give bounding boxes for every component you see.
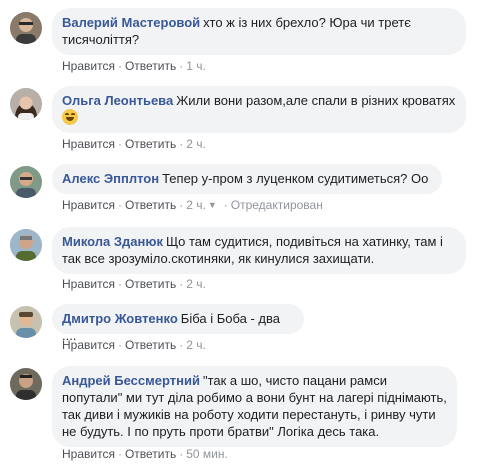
comment-actions: Нравится · Ответить · 2 ч. ▼ · Отредактирован — [62, 197, 323, 213]
like-link[interactable]: Нравится — [62, 447, 115, 461]
comment-timestamp[interactable]: 2 ч. — [186, 137, 206, 151]
reply-link[interactable]: Ответить — [125, 338, 176, 352]
avatar[interactable] — [10, 12, 42, 44]
comment-actions: Нравится · Ответить · 50 мин. — [62, 446, 228, 462]
laughing-face-icon — [62, 109, 78, 125]
comment-author[interactable]: Алекс Эпплтон — [62, 171, 159, 186]
like-link[interactable]: Нравится — [62, 59, 115, 73]
comment-actions: Нравится · Ответить · 2 ч. — [62, 136, 206, 152]
separator: · — [179, 137, 184, 151]
comment-timestamp[interactable]: 1 ч. — [186, 59, 206, 73]
comment-actions: Нравится · Ответить · 2 ч. — [62, 337, 206, 353]
like-link[interactable]: Нравится — [62, 198, 115, 212]
avatar[interactable] — [10, 229, 42, 261]
separator: · — [179, 59, 184, 73]
comment-author[interactable]: Андрей Бессмертний — [62, 373, 200, 388]
separator: · — [117, 198, 122, 212]
avatar[interactable] — [10, 368, 42, 400]
separator: · — [179, 447, 184, 461]
like-link[interactable]: Нравится — [62, 338, 115, 352]
separator: · — [179, 198, 184, 212]
comment-bubble: Андрей Бессмертний "так а шо, чисто пацан… — [52, 366, 457, 447]
separator: · — [117, 137, 122, 151]
comment-timestamp[interactable]: 2 ч. — [186, 198, 206, 212]
reply-link[interactable]: Ответить — [125, 137, 176, 151]
comment-author[interactable]: Валерий Мастеровой — [62, 15, 200, 30]
separator: · — [179, 338, 184, 352]
separator: · — [179, 277, 184, 291]
separator: · — [117, 338, 122, 352]
reply-link[interactable]: Ответить — [125, 59, 176, 73]
comment-author[interactable]: Ольга Леонтьева — [62, 93, 173, 108]
comment-timestamp[interactable]: 2 ч. — [186, 277, 206, 291]
comment-actions: Нравится · Ответить · 2 ч. — [62, 276, 206, 292]
avatar[interactable] — [10, 88, 42, 120]
comment-bubble: Алекс Эпплтон Тепер у-пром з луценком суд… — [52, 164, 442, 194]
separator: · — [223, 198, 228, 212]
avatar[interactable] — [10, 306, 42, 338]
comment-author[interactable]: Микола Зданюк — [62, 234, 163, 249]
comment-bubble: Ольга Леонтьева Жили вони разом,але спали… — [52, 86, 466, 133]
comment-bubble: Микола Зданюк Що там судитися, подивіться… — [52, 227, 466, 274]
comment-text: Жили вони разом,але спали в різних крова… — [176, 93, 456, 108]
comment-bubble: Дмитро Жовтенко Біба і Боба - два .... — [52, 304, 304, 343]
separator: · — [117, 447, 122, 461]
comment-actions: Нравится · Ответить · 1 ч. — [62, 58, 206, 74]
comment-timestamp[interactable]: 50 мин. — [186, 447, 228, 461]
like-link[interactable]: Нравится — [62, 277, 115, 291]
separator: · — [117, 59, 122, 73]
comment-text: Тепер у-пром з луценком судитиметься? Оо — [162, 171, 429, 186]
separator: · — [117, 277, 122, 291]
reply-link[interactable]: Ответить — [125, 447, 176, 461]
reply-link[interactable]: Ответить — [125, 277, 176, 291]
comment-author[interactable]: Дмитро Жовтенко — [62, 311, 178, 326]
comment-timestamp[interactable]: 2 ч. — [186, 338, 206, 352]
edited-label[interactable]: Отредактирован — [231, 198, 323, 212]
like-link[interactable]: Нравится — [62, 137, 115, 151]
reply-link[interactable]: Ответить — [125, 198, 176, 212]
comment-bubble: Валерий Мастеровой хто ж із них брехло? Ю… — [52, 8, 466, 55]
chevron-down-icon[interactable]: ▼ — [208, 197, 217, 213]
avatar[interactable] — [10, 166, 42, 198]
